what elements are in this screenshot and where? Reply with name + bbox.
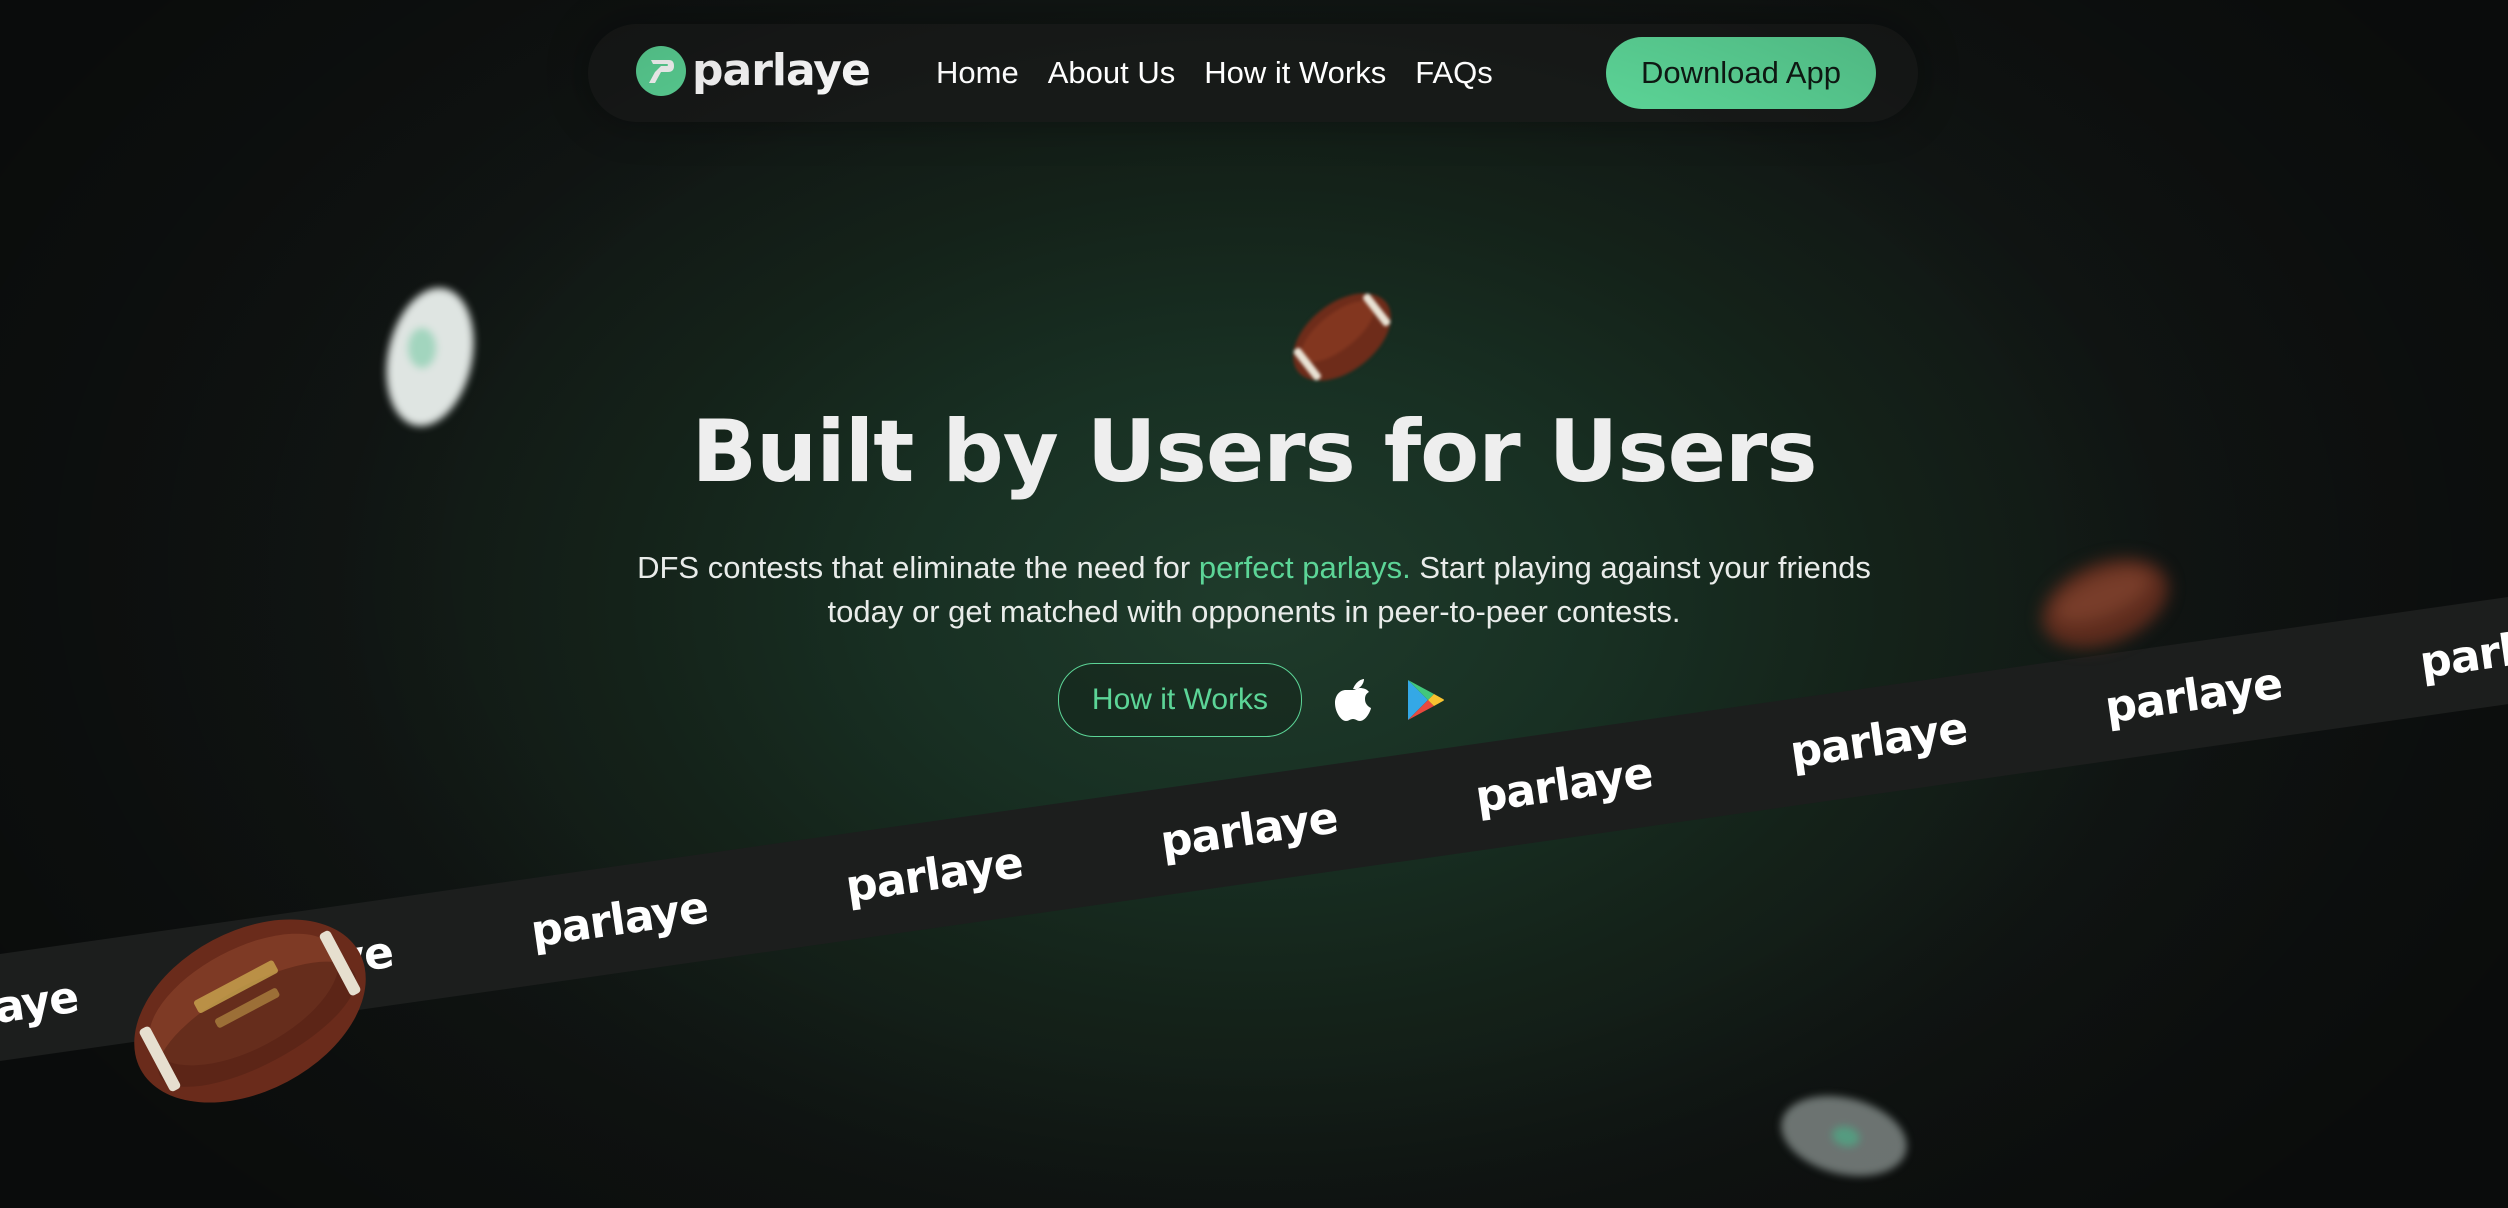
banner-word: parlaye xyxy=(1157,791,1341,868)
football-right-icon xyxy=(2041,558,2169,648)
how-it-works-button[interactable]: How it Works xyxy=(1058,663,1302,737)
nav-link-faqs[interactable]: FAQs xyxy=(1415,55,1493,91)
hero-subtext-start: DFS contests that eliminate the need for xyxy=(637,550,1199,585)
logo[interactable]: parlaye xyxy=(636,45,871,96)
logo-mark-icon xyxy=(636,46,686,96)
apple-icon[interactable] xyxy=(1332,677,1374,723)
hero-headline: Built by Users for Users xyxy=(691,402,1817,502)
football-large-icon xyxy=(134,919,366,1103)
banner-word: parlaye xyxy=(842,836,1026,913)
download-app-button[interactable]: Download App xyxy=(1606,37,1876,109)
banner-word: parlaye xyxy=(1472,747,1656,823)
google-play-icon[interactable] xyxy=(1404,677,1446,723)
nav-link-home[interactable]: Home xyxy=(936,55,1019,91)
hero-cta-row: How it Works xyxy=(1058,662,1446,738)
hero-subtext-accent: perfect parlays. xyxy=(1198,550,1411,585)
nav-link-about-us[interactable]: About Us xyxy=(1048,55,1176,91)
football-grey-icon xyxy=(1781,1096,1907,1176)
logo-wordmark: parlaye xyxy=(692,45,871,96)
banner-word: parlaye xyxy=(1786,702,1971,778)
hero-subtext: DFS contests that eliminate the need for… xyxy=(604,546,1904,634)
nav-links: Home About Us How it Works FAQs xyxy=(936,24,1522,122)
top-nav: parlaye Home About Us How it Works FAQs … xyxy=(588,24,1918,122)
landing-page: parlaye Home About Us How it Works FAQs … xyxy=(0,0,2508,1208)
nav-link-how-it-works[interactable]: How it Works xyxy=(1204,55,1386,91)
banner-word: parlaye xyxy=(527,881,711,958)
football-top-icon xyxy=(1293,293,1391,381)
banner-word: parlaye xyxy=(2101,657,2286,734)
banner-word: parlaye xyxy=(2416,612,2508,689)
